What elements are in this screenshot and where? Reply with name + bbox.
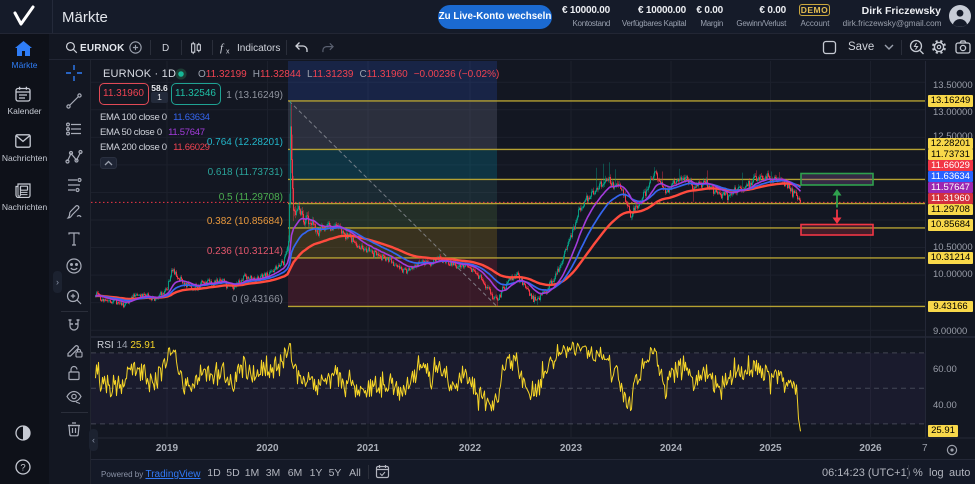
svg-text:x: x — [226, 49, 230, 56]
svg-text:?: ? — [20, 463, 25, 474]
svg-text:f: f — [220, 42, 225, 54]
